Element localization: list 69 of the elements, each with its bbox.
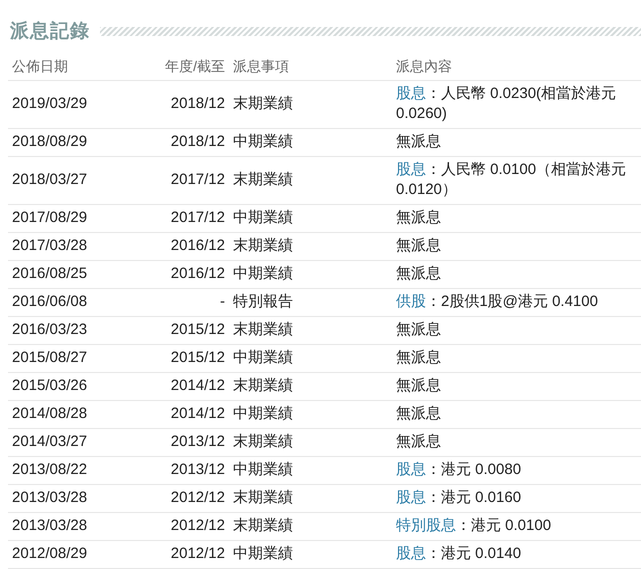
table-cell-text: 中期業績 (233, 208, 294, 228)
table-cell-text: 中期業績 (233, 132, 294, 152)
table-cell-text: 2013/12 (170, 432, 225, 452)
table-cell-text: 2012/12 (170, 544, 225, 564)
table-cell-text: 2014/03/27 (12, 432, 88, 452)
table-cell-text: 股息：港元 0.0080 (396, 460, 522, 480)
table-cell-text: 末期業績 (233, 376, 294, 396)
column-header: 年度/截至 (164, 58, 225, 76)
table-cell-text: 中期業績 (233, 348, 294, 368)
section-title: 派息記錄 (10, 20, 90, 44)
table-cell-text: 2016/12 (170, 236, 225, 256)
table-cell-text: 供股：2股供1股@港元 0.4100 (396, 292, 599, 312)
table-cell-text: 2016/06/08 (12, 292, 88, 312)
table-cell-text: 2016/12 (170, 264, 225, 284)
table-cell-text: 特別報告 (233, 292, 294, 312)
table-cell-text: 無派息 (396, 432, 442, 452)
table-cell-text: 2018/12 (170, 132, 225, 152)
table-cell-text: 股息：港元 0.0160 (396, 488, 522, 508)
table-cell-text: 2014/12 (170, 376, 225, 396)
table-cell-text: 2012/12 (170, 488, 225, 508)
table-cell-text: 2015/12 (170, 320, 225, 340)
table-cell-text: 2017/12 (170, 170, 225, 190)
table-cell-text: 無派息 (396, 376, 442, 396)
table-cell-text: 2019/03/29 (12, 94, 88, 114)
table-cell-text: 股息：人民幣 0.0100（相當於港元 0.0120） (396, 160, 628, 200)
column-header: 派息事項 (233, 58, 290, 76)
table-cell-text: 2012/12 (170, 516, 225, 536)
table-cell-text: 2013/12 (170, 460, 225, 480)
table-cell-text: 2018/03/27 (12, 170, 88, 190)
table-cell-text: 2012/08/29 (12, 544, 88, 564)
table-cell-text: 無派息 (396, 320, 442, 340)
column-header: 公佈日期 (12, 58, 69, 76)
table-cell-text: 末期業績 (233, 320, 294, 340)
table-cell-text: 無派息 (396, 236, 442, 256)
table-cell-text: 2018/08/29 (12, 132, 88, 152)
table-cell-text: 2016/08/25 (12, 264, 88, 284)
table-cell-text: - (219, 292, 225, 312)
column-header: 派息內容 (396, 58, 453, 76)
table-cell-text: 末期業績 (233, 236, 294, 256)
table-cell-text: 特別股息：港元 0.0100 (396, 516, 552, 536)
table-cell-text: 2013/03/28 (12, 516, 88, 536)
table-cell-text: 無派息 (396, 264, 442, 284)
table-cell-text: 2013/03/28 (12, 488, 88, 508)
table-cell-text: 中期業績 (233, 544, 294, 564)
table-cell-text: 末期業績 (233, 94, 294, 114)
table-cell-text: 中期業績 (233, 460, 294, 480)
table-cell-text: 中期業績 (233, 404, 294, 424)
table-cell-text: 2014/12 (170, 404, 225, 424)
table-cell-text: 無派息 (396, 404, 442, 424)
table-cell-text: 2018/12 (170, 94, 225, 114)
table-cell-text: 末期業績 (233, 432, 294, 452)
table-cell-text: 中期業績 (233, 264, 294, 284)
table-cell-text: 無派息 (396, 348, 442, 368)
table-cell-text: 2015/08/27 (12, 348, 88, 368)
table-cell-text: 2014/08/28 (12, 404, 88, 424)
table-cell-text: 2017/03/28 (12, 236, 88, 256)
table-cell-text: 末期業績 (233, 516, 294, 536)
table-cell-text: 股息：人民幣 0.0230(相當於港元 0.0260) (396, 84, 618, 124)
table-cell-text: 股息：港元 0.0140 (396, 544, 522, 564)
table-cell-text: 2015/12 (170, 348, 225, 368)
table-cell-text: 末期業績 (233, 170, 294, 190)
table-cell-text: 2016/03/23 (12, 320, 88, 340)
table-cell-text: 2017/12 (170, 208, 225, 228)
table-cell-text: 2013/08/22 (12, 460, 88, 480)
table-cell-text: 無派息 (396, 132, 442, 152)
table-cell-text: 2017/08/29 (12, 208, 88, 228)
table-cell-text: 2015/03/26 (12, 376, 88, 396)
table-cell-text: 無派息 (396, 208, 442, 228)
table-cell-text: 末期業績 (233, 488, 294, 508)
